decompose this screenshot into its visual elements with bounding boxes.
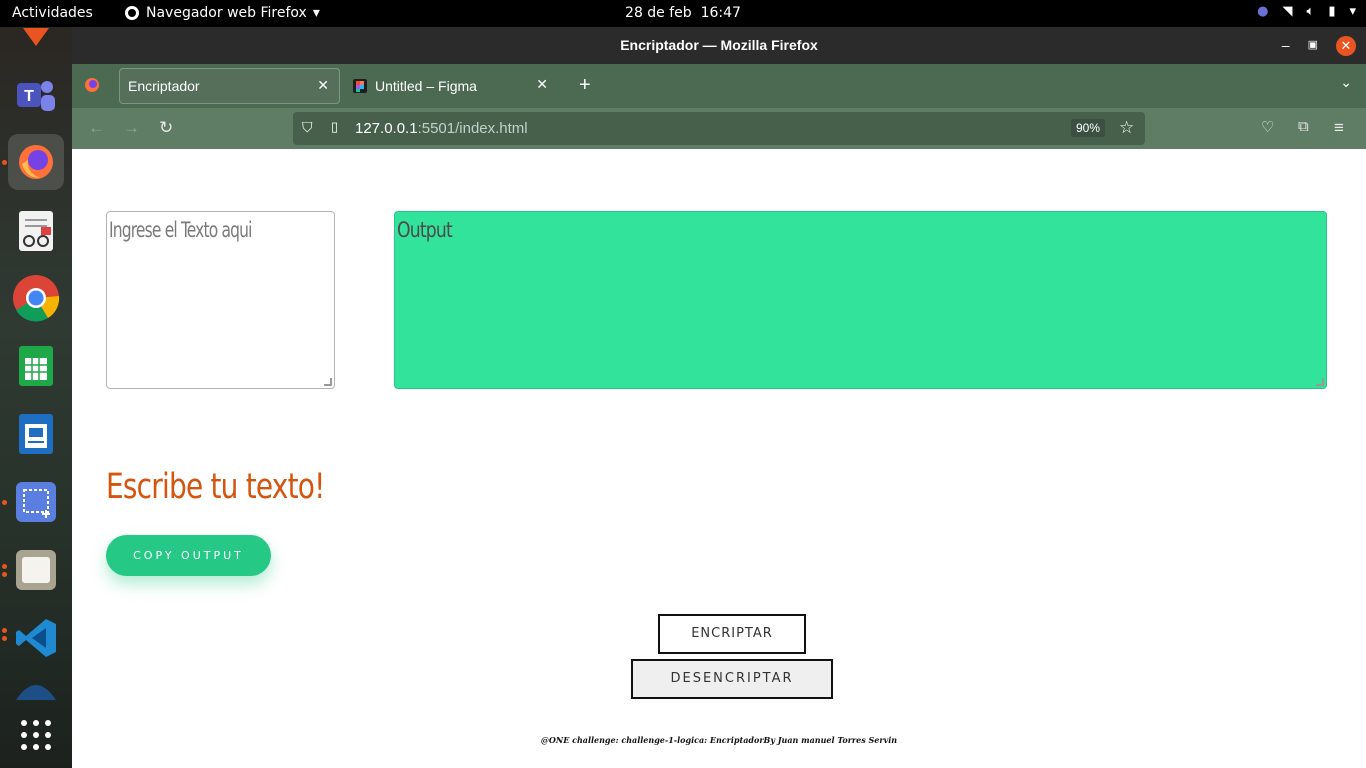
extensions-icon[interactable]: ⧉ — [1298, 118, 1309, 135]
tab-bar: Encriptador ✕ Untitled – Figma ✕ + ⌄ — [72, 64, 1366, 108]
new-tab-icon[interactable]: + — [579, 74, 591, 97]
page-info-icon[interactable]: ▯ — [331, 119, 338, 135]
reload-icon[interactable]: ↻ — [159, 118, 173, 138]
calc-spreadsheet-icon[interactable] — [8, 338, 64, 394]
list-all-tabs-icon[interactable]: ⌄ — [1340, 74, 1352, 91]
running-indicator — [2, 636, 7, 641]
input-placeholder: Ingrese el Texto aqui — [109, 218, 252, 242]
running-indicator — [2, 628, 7, 633]
close-icon[interactable]: ✕ — [1336, 35, 1356, 56]
minimize-icon[interactable]: – — [1282, 27, 1290, 64]
encrypt-button[interactable]: ENCRIPTAR — [658, 614, 806, 654]
clock-date[interactable]: 28 de feb — [625, 5, 692, 21]
firefox-view-icon[interactable] — [84, 77, 100, 98]
url-text[interactable]: 127.0.0.1:5501/index.html — [355, 120, 528, 137]
running-indicator — [2, 564, 7, 569]
teams-icon[interactable]: T — [8, 68, 64, 124]
writer-document-icon[interactable] — [8, 406, 64, 462]
tab-figma[interactable]: Untitled – Figma ✕ — [345, 68, 558, 104]
firefox-icon[interactable] — [8, 134, 64, 190]
shield-icon[interactable]: ⛉ — [302, 119, 313, 136]
wifi-icon: ◥ — [1282, 4, 1293, 19]
teams-tray-icon[interactable]: ● — [1257, 4, 1268, 19]
zoom-level-badge[interactable]: 90% — [1071, 119, 1106, 137]
url-bar[interactable]: ⛉ ▯ 127.0.0.1:5501/index.html 90% ☆ — [293, 112, 1145, 145]
vscode-icon[interactable] — [8, 610, 64, 666]
close-tab-icon[interactable]: ✕ — [317, 77, 329, 94]
window-title: Encriptador — Mozilla Firefox — [620, 37, 818, 53]
battery-icon: ▮ — [1328, 4, 1336, 19]
url-path: :5501/index.html — [417, 120, 528, 137]
files-icon[interactable] — [8, 542, 64, 598]
resize-handle[interactable] — [324, 378, 332, 386]
firefox-small-icon — [125, 6, 139, 20]
page-footer: @ONE challenge: challenge-1-logica: Encr… — [540, 735, 898, 745]
page-content: Ingrese el Texto aqui Output Escribe tu … — [72, 149, 1366, 768]
figma-icon — [353, 79, 367, 93]
decrypt-button[interactable]: DESENCRIPTAR — [631, 659, 833, 699]
resize-handle[interactable] — [1316, 378, 1324, 386]
chevron-down-icon: ▾ — [1349, 4, 1356, 19]
window-titlebar[interactable]: Encriptador — Mozilla Firefox – ▣ ✕ — [72, 27, 1366, 64]
output-placeholder: Output — [397, 218, 453, 242]
app-menu-label: Navegador web Firefox — [146, 5, 307, 21]
forward-arrow-icon[interactable]: → — [123, 118, 140, 138]
hamburger-menu-icon[interactable]: ≡ — [1334, 118, 1344, 138]
back-arrow-icon[interactable]: ← — [88, 118, 105, 138]
dock: T — [0, 27, 72, 768]
maximize-icon[interactable]: ▣ — [1308, 27, 1318, 64]
system-tray[interactable]: ● ◥ 🔈︎ ▮ ▾ — [1257, 4, 1356, 19]
pocket-icon[interactable]: ♡ — [1261, 118, 1274, 136]
show-apps-icon[interactable] — [8, 707, 64, 763]
bookmark-star-icon[interactable]: ☆ — [1119, 118, 1134, 138]
running-indicator — [2, 572, 7, 577]
chrome-icon[interactable] — [8, 270, 64, 326]
clock-time[interactable]: 16:47 — [701, 5, 741, 21]
window-controls: – ▣ ✕ — [1282, 27, 1356, 64]
output-area[interactable]: Output — [394, 211, 1327, 389]
app-icon[interactable] — [8, 670, 64, 700]
system-top-bar: Actividades Navegador web Firefox ▾ 28 d… — [0, 0, 1366, 27]
screenshot-icon[interactable] — [8, 474, 64, 530]
navigation-toolbar: ← → ↻ ⛉ ▯ 127.0.0.1:5501/index.html 90% … — [72, 108, 1366, 149]
firefox-window: Encriptador — Mozilla Firefox – ▣ ✕ Encr… — [72, 27, 1366, 768]
text-input-area[interactable]: Ingrese el Texto aqui — [106, 211, 335, 389]
running-indicator — [2, 500, 7, 505]
ubuntu-software-icon[interactable] — [8, 9, 64, 65]
chevron-down-icon: ▾ — [312, 5, 320, 21]
tab-label: Encriptador — [128, 78, 200, 94]
volume-icon: 🔈︎ — [1306, 4, 1315, 19]
tab-label: Untitled – Figma — [375, 78, 477, 94]
tab-encriptador[interactable]: Encriptador ✕ — [119, 68, 340, 104]
app-menu[interactable]: Navegador web Firefox ▾ — [124, 5, 320, 21]
page-heading: Escribe tu texto! — [106, 467, 325, 507]
copy-output-button[interactable]: COPY OUTPUT — [106, 535, 271, 576]
close-tab-icon[interactable]: ✕ — [536, 76, 548, 93]
url-host: 127.0.0.1 — [355, 120, 418, 137]
document-viewer-icon[interactable] — [8, 203, 64, 259]
svg-text:T: T — [24, 88, 34, 105]
running-indicator — [2, 160, 7, 165]
